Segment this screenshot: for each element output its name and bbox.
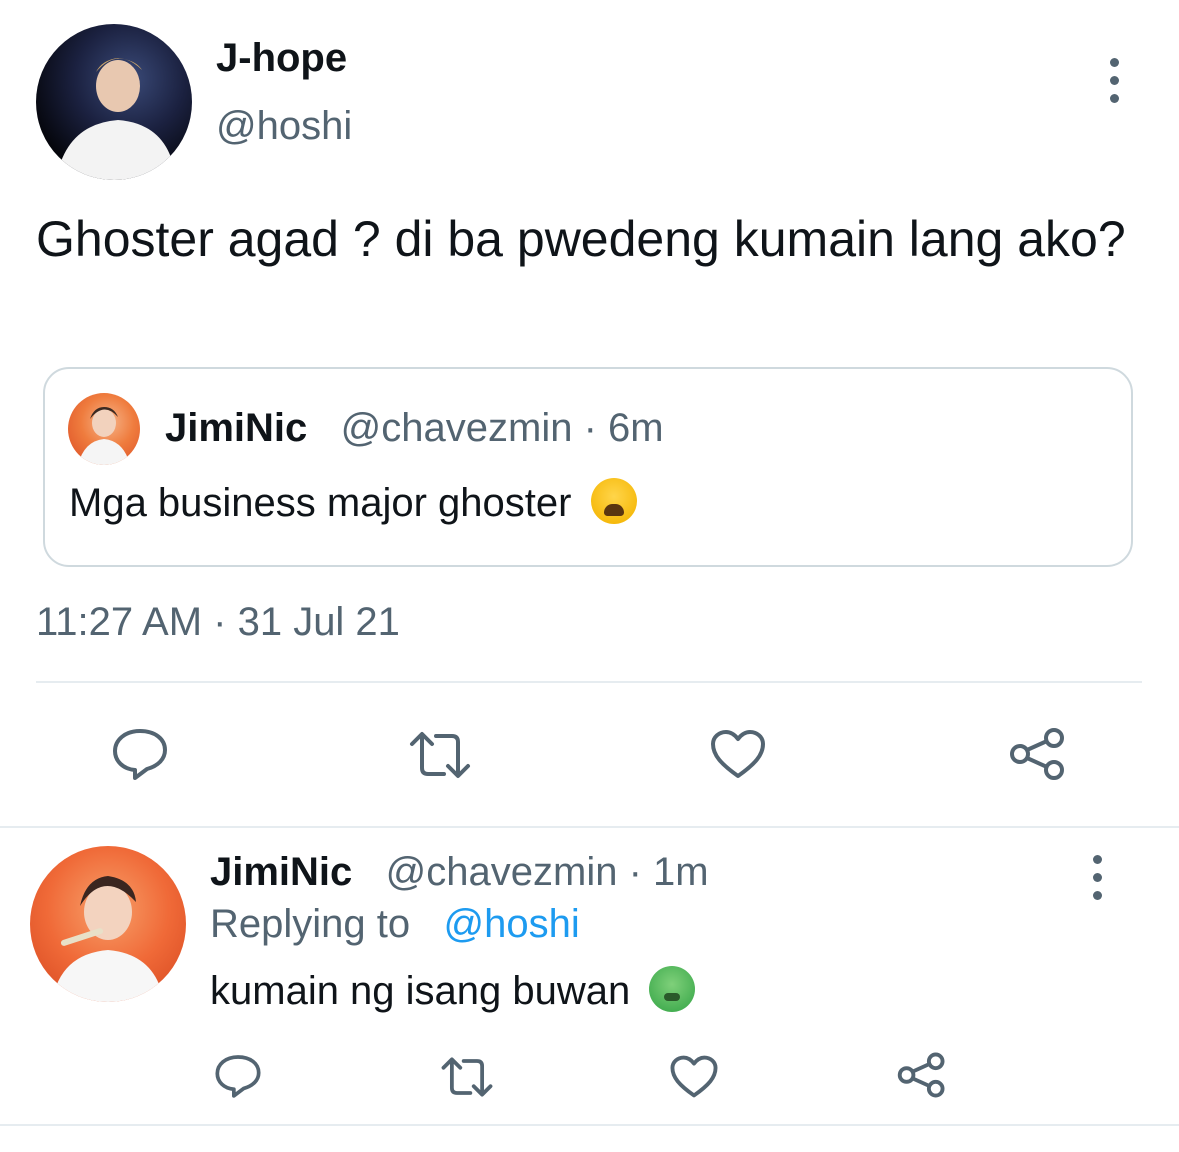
reply-text-row: kumain ng isang buwan	[210, 966, 696, 1014]
divider	[0, 826, 1179, 828]
share-icon[interactable]	[896, 1051, 948, 1099]
tweet-text: Ghoster agad ? di ba pwedeng kumain lang…	[36, 211, 1126, 267]
more-options-icon[interactable]	[1087, 855, 1107, 900]
replying-prefix: Replying to	[210, 902, 411, 946]
weary-face-emoji-icon	[590, 478, 637, 524]
mention-link[interactable]: @hoshi	[444, 902, 580, 946]
more-options-icon[interactable]	[1104, 58, 1124, 103]
reply-meta: @chavezmin · 1m	[385, 850, 709, 894]
like-icon[interactable]	[709, 728, 767, 780]
retweet-icon[interactable]	[408, 730, 472, 780]
author-name[interactable]: J-hope	[216, 36, 347, 81]
like-icon[interactable]	[669, 1054, 719, 1099]
reply-icon[interactable]	[214, 1053, 262, 1099]
reply-icon[interactable]	[111, 727, 169, 781]
quoted-text: Mga business major ghoster	[69, 481, 572, 525]
share-icon[interactable]	[1008, 726, 1068, 782]
person-silhouette-icon	[78, 407, 130, 465]
quoted-tweet-card[interactable]	[43, 367, 1133, 567]
avatar[interactable]	[36, 24, 192, 180]
divider	[36, 681, 1142, 683]
person-silhouette-icon	[56, 58, 176, 180]
quoted-meta: @chavezmin · 6m	[340, 406, 664, 450]
person-silhouette-icon	[52, 876, 164, 1002]
quoted-avatar	[68, 393, 140, 465]
quoted-text-row: Mga business major ghoster	[69, 478, 637, 526]
reply-header: JimiNic @chavezmin · 1m	[210, 850, 709, 895]
tweet-detail-page: J-hope @hoshi Ghoster agad ? di ba pwede…	[0, 0, 1179, 1152]
reply-avatar[interactable]	[30, 846, 186, 1002]
replying-to-line: Replying to @hoshi	[210, 902, 580, 947]
tweet-timestamp[interactable]: 11:27 AM · 31 Jul 21	[36, 600, 400, 645]
author-handle[interactable]: @hoshi	[216, 104, 352, 149]
retweet-icon[interactable]	[440, 1056, 494, 1098]
reply-text: kumain ng isang buwan	[210, 969, 631, 1013]
reply-author-name[interactable]: JimiNic	[210, 850, 352, 894]
nauseated-face-emoji-icon	[649, 966, 696, 1012]
quoted-header: JimiNic @chavezmin · 6m	[165, 406, 664, 451]
divider	[0, 1124, 1179, 1126]
quoted-author-name: JimiNic	[165, 406, 308, 450]
